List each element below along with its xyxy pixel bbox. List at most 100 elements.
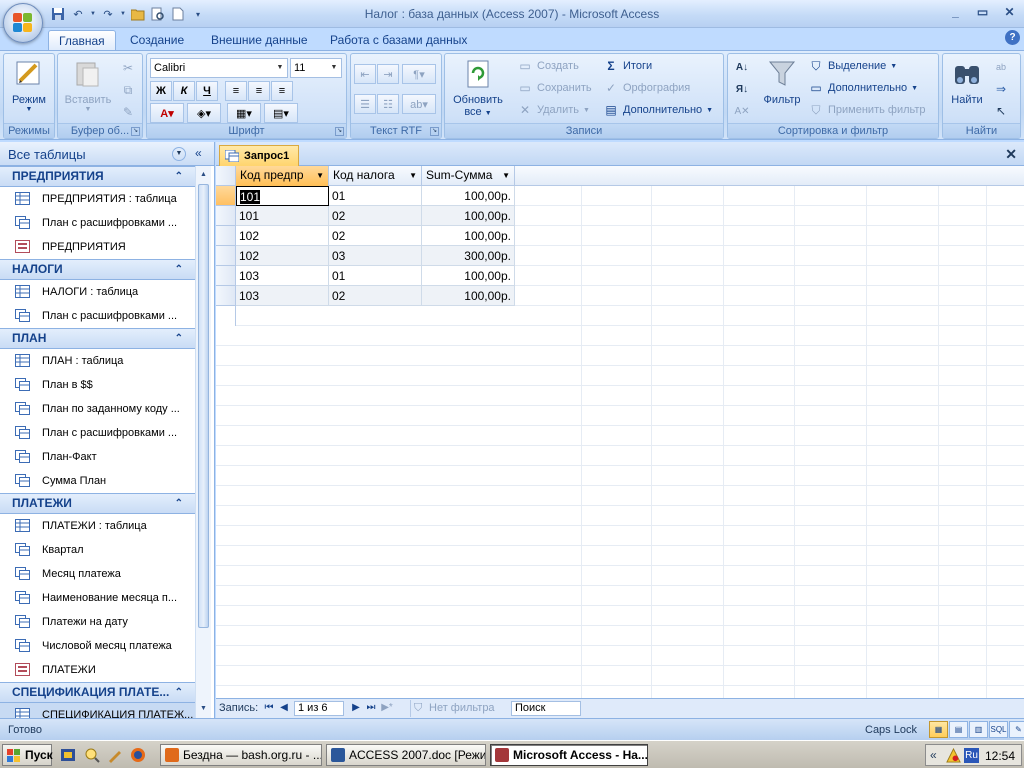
table-cell[interactable]: 02 <box>329 206 422 226</box>
table-cell[interactable]: 101 <box>236 206 329 226</box>
tab-home[interactable]: Главная <box>48 30 116 50</box>
refresh-all-button[interactable]: Обновить все ▼ <box>447 58 509 118</box>
new-record-button[interactable]: ▭ Создать <box>517 56 578 76</box>
scroll-down-icon[interactable]: ▼ <box>198 702 209 716</box>
align-center-icon[interactable]: ≡ <box>248 81 270 101</box>
nav-item[interactable]: НАЛОГИ : таблица <box>0 280 195 304</box>
new-record-selector[interactable] <box>216 306 236 326</box>
column-dropdown-icon[interactable]: ▼ <box>316 166 324 185</box>
nav-group-header[interactable]: НАЛОГИ ⌃ <box>0 259 195 280</box>
nav-item[interactable]: План по заданному коду ... <box>0 397 195 421</box>
nav-item[interactable]: ПРЕДПРИЯТИЯ <box>0 235 195 259</box>
outdent-icon[interactable]: ⇤ <box>354 64 376 84</box>
selection-button[interactable]: ⛉ Выделение ▼ <box>808 56 897 76</box>
bold-button[interactable]: Ж <box>150 81 172 101</box>
collapse-group-chevron-icon[interactable]: ⌃ <box>175 329 183 348</box>
nav-header[interactable]: Все таблицы ▼ « <box>0 142 214 166</box>
nav-item[interactable]: План с расшифровками ... <box>0 421 195 445</box>
table-cell[interactable]: 03 <box>329 246 422 266</box>
font-family-select[interactable]: Calibri ▼ <box>150 58 288 78</box>
column-dropdown-icon[interactable]: ▼ <box>409 166 417 185</box>
apply-filter-button[interactable]: ⛉ Применить фильтр <box>808 100 925 120</box>
collapse-group-chevron-icon[interactable]: ⌃ <box>175 167 183 186</box>
table-cell[interactable]: 102 <box>236 246 329 266</box>
paragraph-icon[interactable]: ¶▾ <box>402 64 436 84</box>
table-cell[interactable]: 100,00р. <box>422 206 515 226</box>
nav-item[interactable]: Месяц платежа <box>0 562 195 586</box>
table-cell[interactable]: 100,00р. <box>422 286 515 306</box>
table-cell[interactable]: 02 <box>329 286 422 306</box>
table-cell[interactable]: 100,00р. <box>422 226 515 246</box>
font-color-icon[interactable]: A▾ <box>150 103 184 123</box>
nav-item[interactable]: Числовой месяц платежа <box>0 634 195 658</box>
nav-item[interactable]: Сумма План <box>0 469 195 493</box>
gridlines-icon[interactable]: ▦▾ <box>227 103 261 123</box>
close-document-icon[interactable]: ✕ <box>1005 146 1017 163</box>
search-quicklaunch-icon[interactable] <box>84 747 100 763</box>
paste-button[interactable]: Вставить ▼ <box>62 58 114 113</box>
datasheet-view-icon[interactable]: ▦ <box>929 721 948 738</box>
next-record-icon[interactable]: ▶ <box>350 702 362 713</box>
office-quicklaunch-icon[interactable] <box>60 747 76 763</box>
nav-group-header[interactable]: ПЛАТЕЖИ ⌃ <box>0 493 195 514</box>
table-cell[interactable]: 103 <box>236 286 329 306</box>
collapse-group-chevron-icon[interactable]: ⌃ <box>175 494 183 513</box>
nav-item[interactable]: ПЛАТЕЖИ : таблица <box>0 514 195 538</box>
nav-item[interactable]: План с расшифровками ... <box>0 304 195 328</box>
collapse-group-chevron-icon[interactable]: ⌃ <box>175 260 183 279</box>
advanced-filter-button[interactable]: ▭ Дополнительно ▼ <box>808 78 918 98</box>
nav-item[interactable]: План-Факт <box>0 445 195 469</box>
delete-record-button[interactable]: ✕ Удалить ▼ <box>517 100 590 120</box>
highlight-icon[interactable]: ab▾ <box>402 94 436 114</box>
nav-group-header[interactable]: СПЕЦИФИКАЦИЯ ПЛАТЕ... ⌃ <box>0 682 195 703</box>
language-indicator[interactable]: Ru <box>964 748 979 763</box>
clipboard-launcher-icon[interactable]: ↘ <box>131 127 140 136</box>
numbering-icon[interactable]: ☰ <box>354 94 376 114</box>
pivot-table-view-icon[interactable]: ▤ <box>949 721 968 738</box>
table-cell[interactable]: 103 <box>236 266 329 286</box>
filter-status-button[interactable]: ⛉ Нет фильтра <box>410 700 504 717</box>
fill-color-icon[interactable]: ◈▾ <box>187 103 221 123</box>
table-cell[interactable]: 101 <box>236 186 329 206</box>
table-cell[interactable]: 300,00р. <box>422 246 515 266</box>
replace-icon[interactable]: ab <box>993 59 1009 75</box>
tab-database-tools[interactable]: Работа с базами данных <box>320 30 477 50</box>
tray-expand-icon[interactable]: « <box>930 748 937 762</box>
firefox-quicklaunch-icon[interactable] <box>130 747 146 763</box>
pivot-chart-view-icon[interactable]: ▥ <box>969 721 988 738</box>
design-view-icon[interactable]: ✎ <box>1009 721 1024 738</box>
rich-text-launcher-icon[interactable]: ↘ <box>430 127 439 136</box>
taskbar-task[interactable]: ACCESS 2007.doc [Режи... <box>326 744 486 766</box>
nav-item[interactable]: Платежи на дату <box>0 610 195 634</box>
nav-group-header[interactable]: ПЛАН ⌃ <box>0 328 195 349</box>
align-right-icon[interactable]: ≡ <box>271 81 293 101</box>
scroll-up-icon[interactable]: ▲ <box>198 168 209 182</box>
spelling-button[interactable]: ✓ Орфография <box>603 78 690 98</box>
nav-item[interactable]: Квартал <box>0 538 195 562</box>
cut-icon[interactable]: ✂ <box>120 60 136 76</box>
table-cell[interactable]: 02 <box>329 226 422 246</box>
column-dropdown-icon[interactable]: ▼ <box>502 166 510 185</box>
table-cell[interactable]: 102 <box>236 226 329 246</box>
save-record-button[interactable]: ▭ Сохранить <box>517 78 591 98</box>
column-header-kod-naloga[interactable]: Код налога ▼ <box>329 166 422 186</box>
align-left-icon[interactable]: ≡ <box>225 81 247 101</box>
last-record-icon[interactable]: ⏭ <box>365 702 377 713</box>
nav-item[interactable]: СПЕЦИФИКАЦИЯ ПЛАТЕЖ... <box>0 703 195 718</box>
table-cell[interactable]: 01 <box>329 186 422 206</box>
tab-external-data[interactable]: Внешние данные <box>201 30 318 50</box>
nav-item[interactable]: ПЛАТЕЖИ <box>0 658 195 682</box>
office-button[interactable] <box>3 3 43 43</box>
nav-item[interactable]: План в $$ <box>0 373 195 397</box>
minimize-button[interactable]: _ <box>943 2 968 22</box>
tool-quicklaunch-icon[interactable] <box>107 747 123 763</box>
table-cell[interactable]: 01 <box>329 266 422 286</box>
indent-icon[interactable]: ⇥ <box>377 64 399 84</box>
query-tab[interactable]: Запрос1 <box>219 145 299 167</box>
help-icon[interactable]: ? <box>1005 30 1020 45</box>
records-more-button[interactable]: ▤ Дополнительно ▼ <box>603 100 713 120</box>
format-painter-icon[interactable]: ✎ <box>120 104 136 120</box>
close-button[interactable]: ✕ <box>997 2 1022 22</box>
start-button[interactable]: Пуск <box>2 744 53 766</box>
totals-button[interactable]: Σ Итоги <box>603 56 652 76</box>
